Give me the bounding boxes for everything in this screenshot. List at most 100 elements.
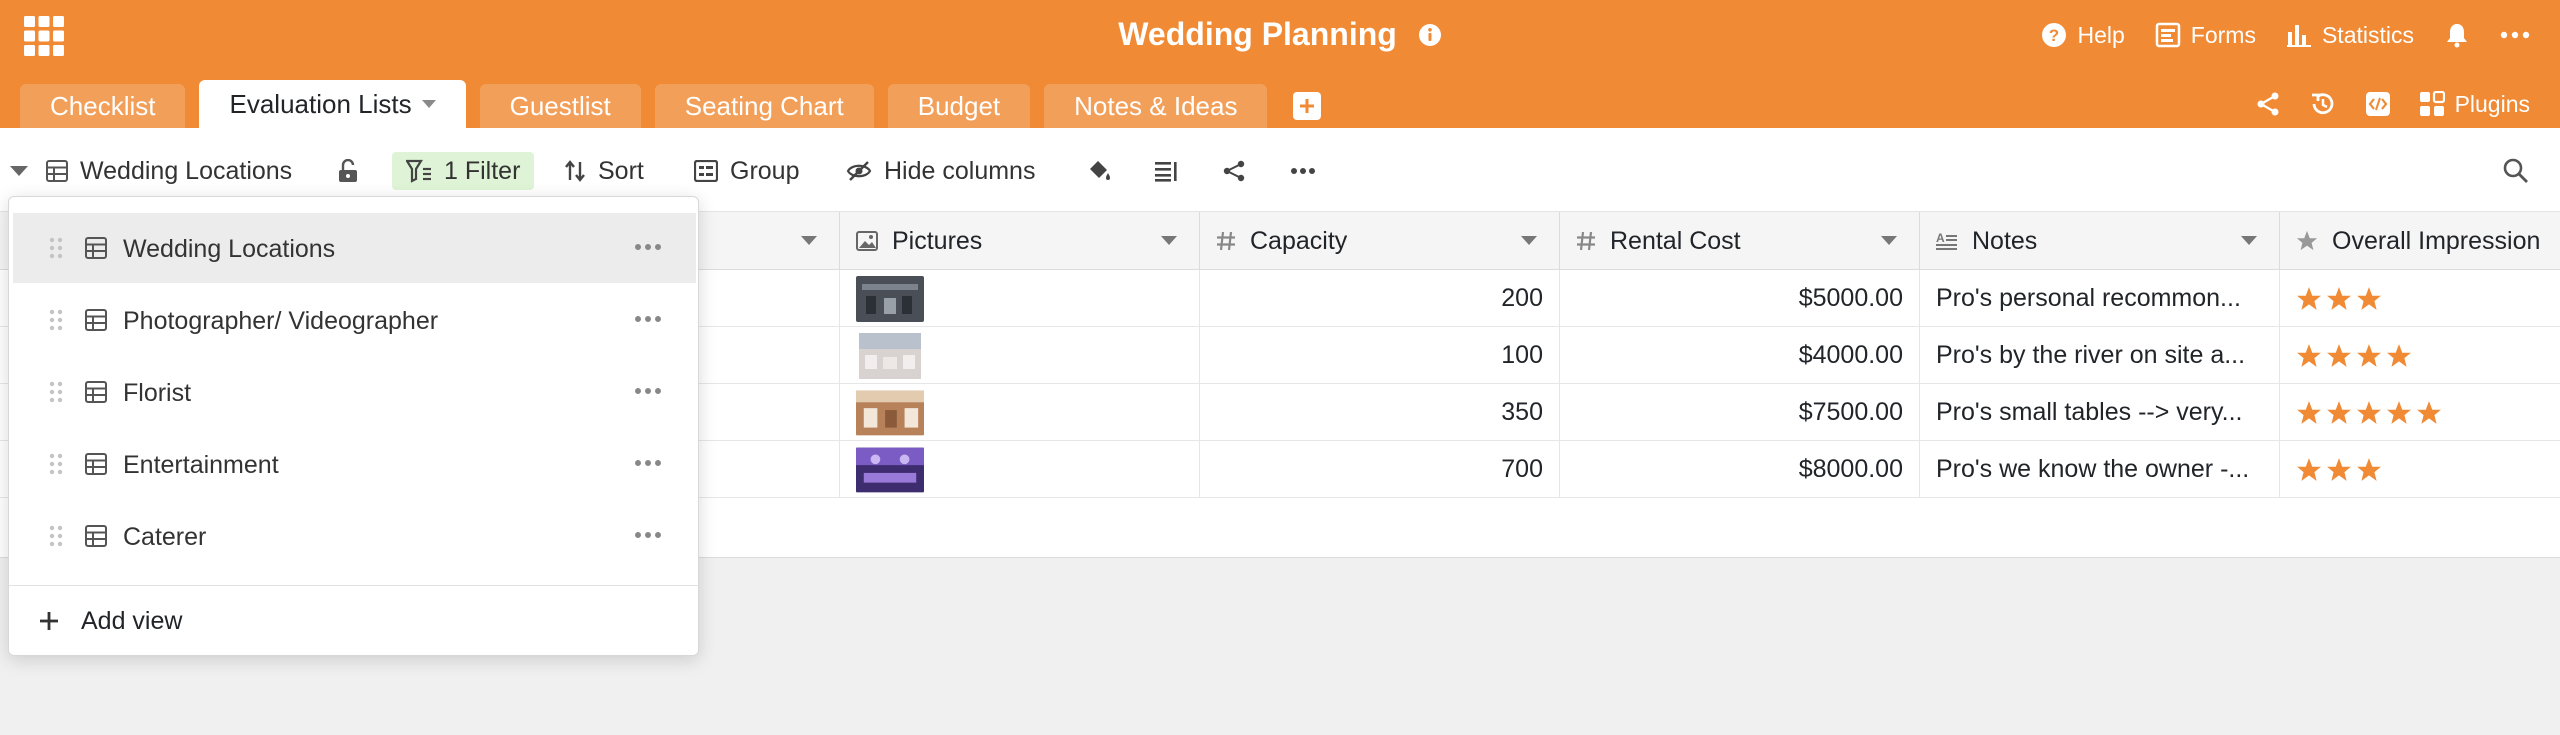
current-view-name: Wedding Locations [80,156,293,185]
star-rating[interactable] [2296,400,2446,426]
view-more-button[interactable] [1290,152,1316,190]
chevron-down-icon[interactable] [1521,236,1537,245]
rating-cell[interactable] [2280,327,2560,384]
tab-evaluation-lists[interactable]: Evaluation Lists [199,80,466,128]
notes-cell[interactable]: Pro's personal recommon... [1920,270,2280,327]
view-item-caterer[interactable]: Caterer [13,501,696,571]
notes-cell[interactable]: Pro's we know the owner -... [1920,441,2280,498]
capacity-cell[interactable]: 700 [1200,441,1560,498]
capacity-cell[interactable]: 200 [1200,270,1560,327]
tab-guestlist[interactable]: Guestlist [479,84,641,128]
rental-cost-cell[interactable]: $7500.00 [1560,384,1920,441]
help-button[interactable]: ? Help [2041,22,2125,49]
tab-label: Evaluation Lists [229,88,412,119]
view-item-label: Caterer [123,523,207,551]
column-header-pictures[interactable]: Pictures [840,212,1200,270]
row-coloring-button[interactable] [1086,152,1112,190]
row-height-button[interactable] [1154,152,1178,190]
hide-columns-button[interactable]: Hide columns [846,152,1035,190]
chevron-down-icon[interactable] [801,236,817,245]
tab-seating-chart[interactable]: Seating Chart [654,84,874,128]
add-view-button[interactable]: Add view [39,599,182,643]
rating-cell[interactable] [2280,270,2560,327]
view-item-photographer-videographer[interactable]: Photographer/ Videographer [13,285,696,355]
more-horizontal-icon[interactable] [634,315,662,323]
table-icon [46,160,68,182]
drag-handle-icon[interactable] [49,237,63,259]
capacity-cell[interactable]: 100 [1200,327,1560,384]
sort-button[interactable]: Sort [564,152,644,190]
view-item-florist[interactable]: Florist [13,357,696,427]
chevron-down-icon[interactable] [1161,236,1177,245]
pictures-cell[interactable] [840,441,1200,498]
dropdown-divider [9,585,698,586]
share-view-button[interactable] [1222,152,1246,190]
plus-icon [40,612,58,630]
column-header-capacity[interactable]: Capacity [1200,212,1560,270]
statistics-button[interactable]: Statistics [2286,22,2414,49]
info-icon[interactable] [1418,23,1442,47]
api-button[interactable] [2365,91,2391,117]
column-header-overall-impression[interactable]: Overall Impression [2280,212,2560,270]
rating-cell[interactable] [2280,441,2560,498]
eye-slash-icon [846,161,872,181]
forms-button[interactable]: Forms [2155,22,2256,49]
view-item-entertainment[interactable]: Entertainment [13,429,696,499]
table-icon [85,453,107,475]
view-item-wedding-locations[interactable]: Wedding Locations [13,213,696,283]
rating-cell[interactable] [2280,384,2560,441]
sort-icon [565,160,585,182]
capacity-cell[interactable]: 350 [1200,384,1560,441]
venue-photo-thumbnail[interactable] [856,447,924,493]
notes-cell[interactable]: Pro's by the river on site a... [1920,327,2280,384]
drag-handle-icon[interactable] [49,453,63,475]
drag-handle-icon[interactable] [49,525,63,547]
more-horizontal-icon[interactable] [634,459,662,467]
lock-view-button[interactable] [338,152,358,190]
star-filled-icon [2327,400,2351,424]
rental-cost-cell[interactable]: $4000.00 [1560,327,1920,384]
more-menu-button[interactable] [2500,31,2530,39]
row-height-icon [1155,162,1177,182]
tab-budget[interactable]: Budget [887,84,1031,128]
column-header-rental-cost[interactable]: Rental Cost [1560,212,1920,270]
star-filled-icon [2417,400,2441,424]
current-view-selector[interactable]: Wedding Locations [46,152,292,190]
notes-cell[interactable]: Pro's small tables --> very... [1920,384,2280,441]
tab-bar-actions: Plugins [2227,84,2530,124]
svg-text:?: ? [2049,26,2059,45]
pictures-cell[interactable] [840,327,1200,384]
paint-bucket-icon [1090,161,1110,180]
star-rating[interactable] [2296,457,2386,483]
notifications-button[interactable] [2444,22,2470,48]
star-rating[interactable] [2296,343,2416,369]
more-horizontal-icon[interactable] [634,387,662,395]
plugins-button[interactable]: Plugins [2419,91,2530,118]
add-table-button[interactable] [1293,92,1322,120]
column-header-notes[interactable]: A Notes [1920,212,2280,270]
venue-photo-thumbnail[interactable] [856,332,924,379]
view-collapse-toggle[interactable] [10,152,28,190]
drag-handle-icon[interactable] [49,309,63,331]
more-horizontal-icon[interactable] [634,531,662,539]
more-horizontal-icon[interactable] [634,243,662,251]
star-rating[interactable] [2296,286,2386,312]
hide-columns-label: Hide columns [884,156,1036,185]
chevron-down-icon[interactable] [1881,236,1897,245]
share-button[interactable] [2255,91,2281,117]
drag-handle-icon[interactable] [49,381,63,403]
group-button[interactable]: Group [694,152,799,190]
venue-photo-thumbnail[interactable] [856,390,924,436]
tab-notes-ideas[interactable]: Notes & Ideas [1044,84,1268,128]
chevron-down-icon[interactable] [421,100,436,108]
tab-checklist[interactable]: Checklist [20,84,186,128]
rental-cost-cell[interactable]: $5000.00 [1560,270,1920,327]
chevron-down-icon[interactable] [2241,236,2257,245]
venue-photo-thumbnail[interactable] [856,275,924,322]
rental-cost-cell[interactable]: $8000.00 [1560,441,1920,498]
pictures-cell[interactable] [840,384,1200,441]
search-button[interactable] [2502,152,2530,190]
filter-button[interactable]: 1 Filter [392,152,535,190]
pictures-cell[interactable] [840,270,1200,327]
history-button[interactable] [2309,90,2337,118]
